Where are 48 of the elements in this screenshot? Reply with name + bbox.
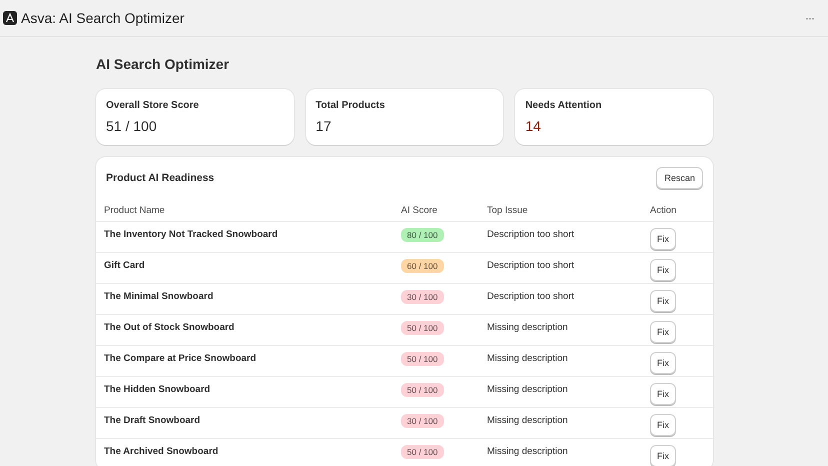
app-logo-icon xyxy=(3,11,17,25)
fix-button[interactable]: Fix xyxy=(650,321,676,343)
card-title: Product AI Readiness xyxy=(106,172,214,184)
score-badge: 30 / 100 xyxy=(401,290,444,304)
score-badge: 80 / 100 xyxy=(401,228,444,242)
issue-text: Description too short xyxy=(487,228,576,240)
fix-button[interactable]: Fix xyxy=(650,290,676,312)
product-name: The Archived Snowboard xyxy=(104,445,220,457)
score-badge: 50 / 100 xyxy=(401,352,444,366)
more-menu-button[interactable]: ··· xyxy=(803,11,816,25)
product-name: The Out of Stock Snowboard xyxy=(104,321,236,333)
rescan-button[interactable]: Rescan xyxy=(656,167,703,189)
stat-label: Total Products xyxy=(316,100,386,111)
fix-button[interactable]: Fix xyxy=(650,414,676,436)
fix-button[interactable]: Fix xyxy=(650,383,676,405)
column-header: Action xyxy=(650,204,678,216)
page-title: AI Search Optimizer xyxy=(96,56,230,72)
column-header: AI Score xyxy=(401,204,438,216)
product-name: The Inventory Not Tracked Snowboard xyxy=(104,228,279,240)
fix-button[interactable]: Fix xyxy=(650,445,676,466)
fix-button[interactable]: Fix xyxy=(650,228,676,250)
column-header: Product Name xyxy=(104,204,166,216)
window-title: Asva: AI Search Optimizer xyxy=(21,10,184,26)
issue-text: Missing description xyxy=(487,414,569,426)
issue-text: Missing description xyxy=(487,383,569,395)
issue-text: Missing description xyxy=(487,445,569,457)
score-badge: 50 / 100 xyxy=(401,321,444,335)
score-badge: 60 / 100 xyxy=(401,259,444,273)
fix-button[interactable]: Fix xyxy=(650,259,676,281)
product-name: The Minimal Snowboard xyxy=(104,290,214,302)
stat-value: 14 xyxy=(525,118,542,134)
score-badge: 50 / 100 xyxy=(401,445,444,459)
score-badge: 30 / 100 xyxy=(401,414,444,428)
stat-value: 17 xyxy=(316,118,332,134)
issue-text: Missing description xyxy=(487,352,569,364)
stat-label: Needs Attention xyxy=(525,100,603,111)
product-name: Gift Card xyxy=(104,259,146,271)
stat-value: 51 / 100 xyxy=(106,118,158,134)
issue-text: Description too short xyxy=(487,259,576,271)
fix-button[interactable]: Fix xyxy=(650,352,676,374)
product-name: The Compare at Price Snowboard xyxy=(104,352,258,364)
issue-text: Missing description xyxy=(487,321,569,333)
stat-label: Overall Store Score xyxy=(106,100,200,111)
column-header: Top Issue xyxy=(487,204,529,216)
issue-text: Description too short xyxy=(487,290,576,302)
score-badge: 50 / 100 xyxy=(401,383,444,397)
product-name: The Hidden Snowboard xyxy=(104,383,212,395)
product-name: The Draft Snowboard xyxy=(104,414,202,426)
